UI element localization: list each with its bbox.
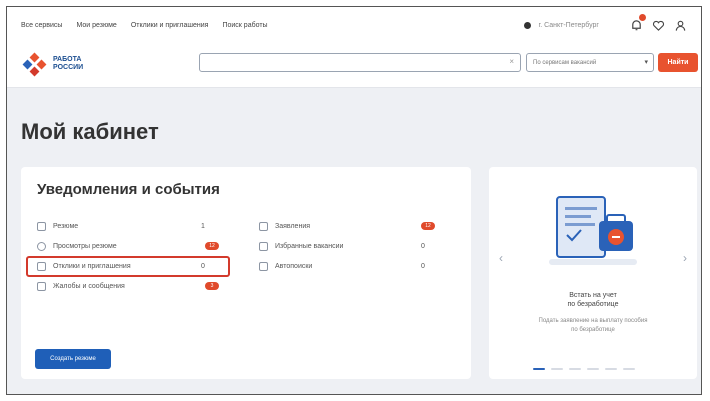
search-icon [259, 261, 268, 271]
list-item-label: Заявления [275, 222, 311, 230]
logo-mark-icon [22, 52, 47, 77]
page-frame: Все сервисы Мои резюме Отклики и приглаш… [6, 6, 702, 395]
list-item-resume-views[interactable]: Просмотры резюме 12 [37, 236, 219, 256]
list-item-applications[interactable]: Заявления 12 [259, 216, 439, 236]
carousel-dot[interactable] [569, 368, 581, 370]
site-header: РАБОТА РОССИИ × По сервисам вакансий ▾ Н… [7, 43, 701, 88]
promo-desc-line1: Подать заявление на выплату пособия [538, 318, 648, 324]
carousel-dot[interactable] [533, 368, 545, 370]
list-item-label: Избранные вакансии [275, 242, 344, 250]
list-item-label: Жалобы и сообщения [53, 282, 125, 290]
logo-text-line1: РАБОТА [53, 56, 82, 63]
heart-icon[interactable] [651, 18, 665, 32]
notifications-right-column: Заявления 12 Избранные вакансии 0 Автопо… [259, 216, 439, 276]
region-select[interactable]: По сервисам вакансий ▾ [526, 53, 654, 72]
list-item-resume[interactable]: Резюме 1 [37, 216, 217, 236]
star-icon [259, 241, 268, 251]
clipboard-icon [259, 221, 268, 231]
count-badge: 12 [205, 242, 219, 250]
list-item-label: Автопоиски [275, 262, 313, 270]
list-item-count: 0 [421, 262, 425, 270]
nav-my-resumes[interactable]: Мои резюме [76, 22, 116, 29]
message-icon [37, 281, 46, 291]
list-item-count: 0 [421, 242, 425, 250]
carousel-dot[interactable] [587, 368, 599, 370]
responses-highlight-frame [26, 256, 230, 277]
location-icon [523, 21, 531, 29]
unemployment-illustration [549, 196, 637, 265]
list-item-autosearch[interactable]: Автопоиски 0 [259, 256, 439, 276]
promo-card: ‹ › Встать на учет по безработице Подать… [489, 167, 697, 379]
find-button[interactable]: Найти [658, 53, 698, 72]
count-badge: 3 [205, 282, 219, 290]
promo-title-line2: по безработице [567, 301, 619, 308]
list-item-label: Просмотры резюме [53, 242, 117, 250]
document-icon [37, 221, 46, 231]
city-selector[interactable]: г. Санкт-Петербург [523, 21, 600, 29]
promo-title[interactable]: Встать на учет по безработице [489, 291, 697, 309]
page-title: Мой кабинет [21, 119, 159, 144]
chevron-down-icon: ▾ [644, 59, 648, 66]
logo[interactable]: РАБОТА РОССИИ [22, 52, 84, 77]
list-item-favorite-vacancies[interactable]: Избранные вакансии 0 [259, 236, 439, 256]
carousel-dots [533, 368, 641, 370]
eye-icon [37, 241, 46, 251]
region-select-label: По сервисам вакансий [533, 59, 597, 66]
bell-icon[interactable] [629, 14, 646, 32]
city-label: г. Санкт-Петербург [538, 21, 600, 29]
list-item-complaints[interactable]: Жалобы и сообщения 3 [37, 276, 219, 296]
carousel-dot[interactable] [605, 368, 617, 370]
count-badge: 12 [421, 222, 435, 230]
clear-icon[interactable]: × [509, 57, 514, 66]
user-icon[interactable] [673, 18, 687, 32]
carousel-dot[interactable] [551, 368, 563, 370]
nav-all-services[interactable]: Все сервисы [21, 22, 62, 29]
promo-description: Подать заявление на выплату пособия по б… [489, 317, 697, 335]
top-navigation: Все сервисы Мои резюме Отклики и приглаш… [7, 7, 701, 43]
notification-dot [639, 14, 646, 21]
chevron-right-icon[interactable]: › [683, 251, 687, 265]
notifications-title: Уведомления и события [37, 181, 220, 198]
search-input[interactable]: × [199, 53, 521, 72]
promo-desc-line2: по безработице [571, 327, 615, 333]
promo-title-line1: Встать на учет [569, 292, 617, 299]
nav-job-search[interactable]: Поиск работы [222, 22, 267, 29]
chevron-left-icon[interactable]: ‹ [499, 251, 503, 265]
carousel-dot[interactable] [623, 368, 635, 370]
create-resume-button[interactable]: Создать резюме [35, 349, 111, 369]
nav-responses[interactable]: Отклики и приглашения [131, 22, 209, 29]
list-item-label: Резюме [53, 222, 79, 230]
list-item-count: 1 [201, 222, 205, 230]
logo-text-line2: РОССИИ [53, 64, 84, 71]
